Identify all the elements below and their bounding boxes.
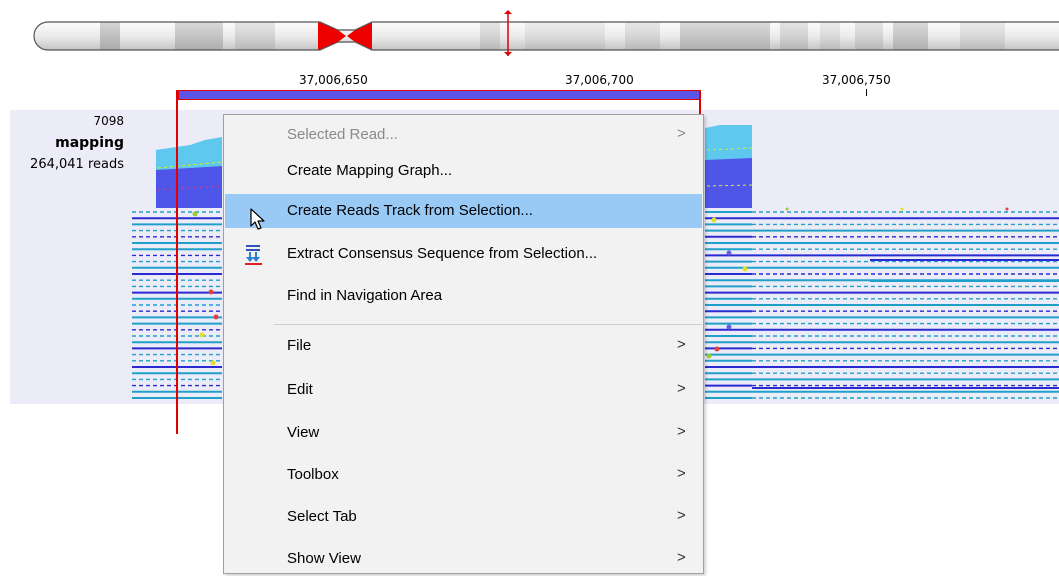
menu-item-select-tab[interactable]: Select Tab > bbox=[225, 500, 702, 534]
menu-item-find-in-navigation-area[interactable]: Find in Navigation Area bbox=[225, 279, 702, 313]
mouse-pointer-icon bbox=[250, 208, 265, 230]
submenu-arrow-icon: > bbox=[677, 125, 686, 142]
menu-item-label: Create Mapping Graph... bbox=[287, 162, 453, 179]
menu-item-label: Find in Navigation Area bbox=[287, 287, 443, 304]
menu-item-selected-read[interactable]: Selected Read... > bbox=[225, 118, 702, 152]
menu-item-show-view[interactable]: Show View > bbox=[225, 542, 702, 576]
menu-item-label: View bbox=[287, 424, 320, 441]
menu-item-view[interactable]: View > bbox=[225, 416, 702, 450]
menu-item-label: File bbox=[287, 337, 312, 354]
menu-item-create-reads-track-from-selection[interactable]: Create Reads Track from Selection... bbox=[225, 194, 702, 228]
menu-item-label: Select Tab bbox=[287, 508, 357, 525]
submenu-arrow-icon: > bbox=[677, 423, 686, 440]
menu-item-toolbox[interactable]: Toolbox > bbox=[225, 458, 702, 492]
submenu-arrow-icon: > bbox=[677, 549, 686, 566]
menu-item-edit[interactable]: Edit > bbox=[225, 373, 702, 407]
selection-left-boundary[interactable] bbox=[176, 90, 178, 434]
menu-separator bbox=[274, 324, 702, 325]
menu-item-label: Edit bbox=[287, 381, 313, 398]
menu-item-file[interactable]: File > bbox=[225, 329, 702, 363]
menu-item-create-mapping-graph[interactable]: Create Mapping Graph... bbox=[225, 154, 702, 188]
submenu-arrow-icon: > bbox=[677, 380, 686, 397]
menu-item-label: Show View bbox=[287, 550, 361, 567]
menu-item-label: Toolbox bbox=[287, 466, 339, 483]
submenu-arrow-icon: > bbox=[677, 507, 686, 524]
extract-consensus-icon bbox=[245, 245, 262, 265]
menu-item-label: Selected Read... bbox=[287, 126, 398, 143]
menu-item-label: Create Reads Track from Selection... bbox=[287, 202, 533, 219]
menu-item-label: Extract Consensus Sequence from Selectio… bbox=[287, 245, 598, 262]
context-menu: Selected Read... > Create Mapping Graph...… bbox=[223, 114, 704, 574]
submenu-arrow-icon: > bbox=[677, 465, 686, 482]
menu-item-extract-consensus-sequence-from-selection[interactable]: Extract Consensus Sequence from Selectio… bbox=[225, 237, 702, 271]
submenu-arrow-icon: > bbox=[677, 336, 686, 353]
